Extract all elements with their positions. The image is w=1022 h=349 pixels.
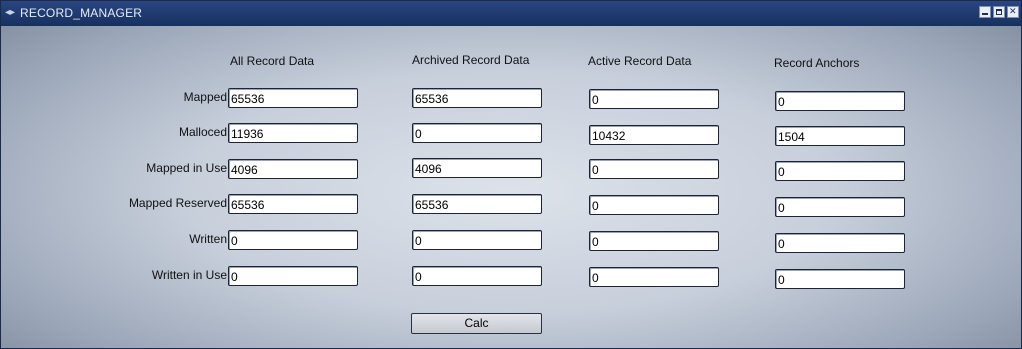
archived-record-written-field[interactable]: 0 (412, 230, 542, 250)
row-label-mapped: Mapped (183, 90, 227, 104)
archived-record-mapped-in-use-field[interactable]: 4096 (412, 158, 542, 178)
active-record-malloced-field[interactable]: 10432 (589, 125, 719, 145)
active-record-mapped-field[interactable]: 0 (589, 89, 719, 109)
record-anchors-malloced-field[interactable]: 1504 (775, 126, 905, 146)
row-label-written: Written (189, 232, 227, 246)
maximize-icon[interactable] (993, 6, 1005, 18)
record-anchors-mapped-in-use-field[interactable]: 0 (775, 161, 905, 181)
window-title: RECORD_MANAGER (20, 6, 143, 20)
column-header-archived-record-data: Archived Record Data (412, 53, 530, 67)
archived-record-mapped-field[interactable]: 65536 (412, 88, 542, 108)
row-label-malloced: Malloced (178, 125, 227, 139)
record-anchors-written-in-use-field[interactable]: 0 (775, 269, 905, 289)
all-record-mapped-field[interactable]: 65536 (228, 88, 358, 108)
all-record-written-in-use-field[interactable]: 0 (228, 266, 358, 286)
row-label-written-in-use: Written in Use (151, 268, 227, 282)
row-label-mapped-reserved: Mapped Reserved (128, 196, 227, 210)
record-anchors-mapped-field[interactable]: 0 (775, 91, 905, 111)
close-icon[interactable] (1007, 6, 1019, 18)
app-menu-icon[interactable]: ◂▸ (5, 7, 17, 19)
all-record-malloced-field[interactable]: 11936 (228, 123, 358, 143)
archived-record-written-in-use-field[interactable]: 0 (412, 266, 542, 286)
record-anchors-written-field[interactable]: 0 (775, 233, 905, 253)
active-record-written-field[interactable]: 0 (589, 231, 719, 251)
archived-record-mapped-reserved-field[interactable]: 65536 (412, 194, 542, 214)
active-record-written-in-use-field[interactable]: 0 (589, 267, 719, 287)
archived-record-malloced-field[interactable]: 0 (412, 123, 542, 143)
column-header-record-anchors: Record Anchors (774, 56, 860, 70)
all-record-mapped-in-use-field[interactable]: 4096 (228, 159, 358, 179)
record-manager-window: ◂▸ RECORD_MANAGER All Record Data Archiv… (0, 0, 1022, 349)
row-label-mapped-in-use: Mapped in Use (146, 161, 227, 175)
all-record-mapped-reserved-field[interactable]: 65536 (228, 194, 358, 214)
title-bar[interactable]: ◂▸ RECORD_MANAGER (1, 1, 1021, 26)
all-record-written-field[interactable]: 0 (228, 230, 358, 250)
record-anchors-mapped-reserved-field[interactable]: 0 (775, 197, 905, 217)
active-record-mapped-reserved-field[interactable]: 0 (589, 195, 719, 215)
column-header-all-record-data: All Record Data (230, 54, 315, 68)
minimize-icon[interactable] (979, 6, 991, 18)
active-record-mapped-in-use-field[interactable]: 0 (589, 159, 719, 179)
calc-button[interactable]: Calc (411, 313, 542, 334)
column-header-active-record-data: Active Record Data (588, 54, 692, 68)
